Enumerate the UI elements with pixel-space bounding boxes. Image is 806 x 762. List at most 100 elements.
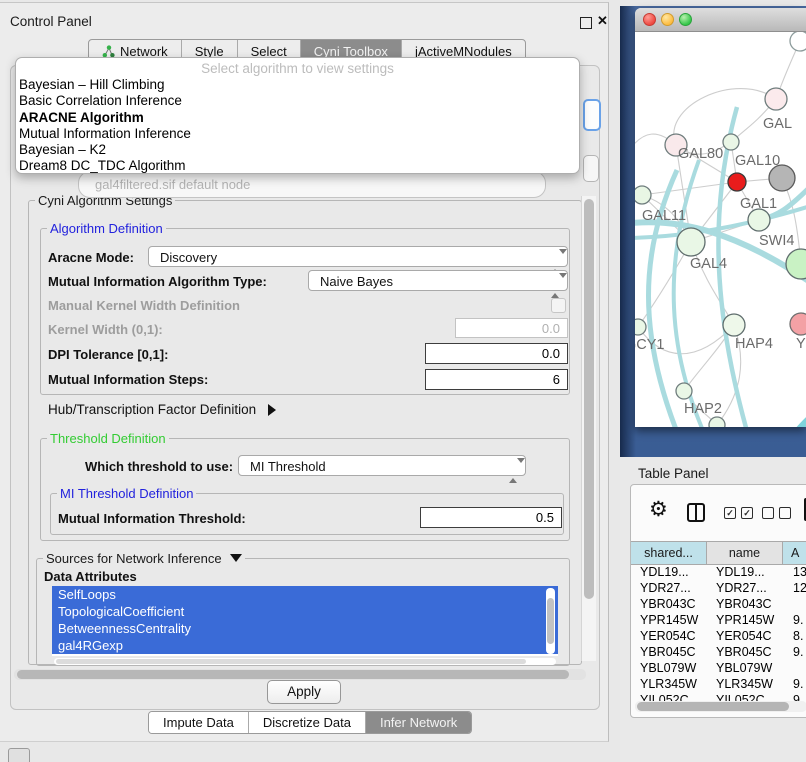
tab-impute-data[interactable]: Impute Data	[149, 712, 249, 733]
settings-vertical-scrollbar[interactable]	[581, 196, 596, 661]
which-threshold-value: MI Threshold	[250, 459, 326, 474]
column-header-name[interactable]: name	[707, 542, 783, 564]
node-gal1[interactable]	[748, 209, 770, 231]
unchecked-checkbox-icon[interactable]	[779, 507, 791, 519]
node-label: GAL	[763, 116, 792, 132]
node-hap2[interactable]	[676, 383, 692, 399]
mi-algorithm-type-select[interactable]: Naive Bayes	[308, 270, 568, 291]
node-label: GAL10	[735, 153, 780, 169]
network-canvas[interactable]: GALGAL80GAL10GAL11GAL1SWI4GAL4GCY1HAP4YH…	[635, 32, 806, 427]
column-header-partial[interactable]: A	[783, 542, 806, 564]
table-cell: YER054C	[707, 628, 783, 644]
checked-checkbox-icon[interactable]: ✓	[724, 507, 736, 519]
manual-kernel-width-label: Manual Kernel Width Definition	[48, 298, 240, 313]
list-item[interactable]: BetweennessCentrality	[52, 620, 558, 637]
hub-definition-label: Hub/Transcription Factor Definition	[48, 402, 256, 417]
float-window-icon[interactable]	[580, 17, 592, 29]
network-window-titlebar[interactable]	[635, 8, 806, 32]
table-combobox-fragment[interactable]	[583, 155, 599, 182]
data-table-combobox[interactable]: gal4filtered.sif default node	[78, 171, 546, 198]
node-label: GAL1	[740, 196, 777, 212]
table-cell: 13	[783, 564, 806, 580]
mac-close-icon[interactable]	[643, 13, 656, 26]
menu-item[interactable]: Dream8 DC_TDC Algorithm	[16, 158, 579, 174]
tab-infer-network[interactable]: Infer Network	[366, 712, 471, 733]
gear-icon[interactable]: ⚙	[649, 499, 668, 520]
column-header-shared-name[interactable]: shared...	[631, 542, 707, 564]
node-gal10[interactable]	[723, 134, 739, 150]
table-cell: YBL079W	[707, 660, 783, 676]
node-right-pink[interactable]	[790, 313, 806, 335]
table-cell: YBR045C	[707, 644, 783, 660]
mi-steps-input[interactable]: 6	[425, 369, 568, 390]
table-horizontal-scrollbar[interactable]	[635, 701, 806, 712]
node-red[interactable]	[728, 173, 746, 191]
hub-definition-expander[interactable]: Hub/Transcription Factor Definition	[48, 402, 276, 417]
list-vertical-scrollbar[interactable]	[546, 588, 555, 654]
menu-item-selected[interactable]: ARACNE Algorithm	[16, 110, 579, 126]
table-row[interactable]: YBR045CYBR045C9.	[631, 644, 806, 660]
list-item[interactable]: TopologicalCoefficient	[52, 603, 558, 620]
node-gal4[interactable]	[677, 228, 705, 256]
network-edge[interactable]	[773, 400, 806, 427]
node-gal11[interactable]	[635, 186, 651, 204]
table-row[interactable]: YBR043CYBR043C	[631, 596, 806, 612]
collapse-arrow-icon[interactable]	[230, 554, 242, 562]
node-gcy1[interactable]	[635, 319, 646, 335]
network-edge[interactable]	[638, 242, 691, 327]
aracne-mode-select[interactable]: Discovery	[148, 246, 568, 267]
node-label: HAP4	[735, 336, 773, 352]
table-panel: Table Panel ⚙ ✓ ✓ shared... name A YDL19…	[620, 457, 806, 762]
table-cell	[783, 596, 806, 612]
which-threshold-select[interactable]: MI Threshold	[238, 455, 526, 476]
algorithm-dropdown-popup: Select algorithm to view settings Bayesi…	[15, 57, 580, 174]
data-attributes-list[interactable]: SelfLoops TopologicalCoefficient Between…	[52, 586, 558, 656]
table-header-row: shared... name A	[631, 541, 806, 565]
algorithm-combobox-fragment[interactable]	[583, 99, 601, 131]
table-row[interactable]: YER054CYER054C8.	[631, 628, 806, 644]
table-cell: YLR345W	[707, 676, 783, 692]
kernel-width-input[interactable]: 0.0	[455, 318, 568, 338]
table-cell: YBL079W	[631, 660, 707, 676]
mac-minimize-icon[interactable]	[661, 13, 674, 26]
table-cell: YDL19...	[707, 564, 783, 580]
table-row[interactable]: YBL079WYBL079W	[631, 660, 806, 676]
node-gal-top[interactable]	[765, 88, 787, 110]
checked-checkbox-icon[interactable]: ✓	[741, 507, 753, 519]
menu-item[interactable]: Mutual Information Inference	[16, 126, 579, 142]
list-horizontal-scrollbar[interactable]	[54, 658, 556, 665]
node-bottom[interactable]	[709, 417, 725, 427]
table-row[interactable]: YLR345WYLR345W9.	[631, 676, 806, 692]
table-cell: YDL19...	[631, 564, 707, 580]
table-cell	[783, 660, 806, 676]
dpi-tolerance-input[interactable]: 0.0	[425, 343, 568, 364]
node-label: GAL80	[678, 146, 723, 162]
unchecked-checkbox-icon[interactable]	[762, 507, 774, 519]
node-top-partial[interactable]	[790, 32, 806, 51]
close-icon[interactable]: ✕	[597, 13, 608, 29]
table-row[interactable]: YDL19...YDL19...13	[631, 564, 806, 580]
node-right-green[interactable]	[786, 249, 806, 279]
stepper-icon	[509, 460, 518, 481]
list-item[interactable]: gal4RGexp	[52, 637, 558, 654]
settings-horizontal-scrollbar[interactable]	[14, 669, 586, 680]
minimized-panel-chip[interactable]	[8, 748, 30, 762]
table-row[interactable]: YDR27...YDR27...12	[631, 580, 806, 596]
columns-icon[interactable]	[687, 503, 705, 522]
mi-algorithm-type-value: Naive Bayes	[320, 274, 393, 289]
tab-discretize-data[interactable]: Discretize Data	[249, 712, 366, 733]
manual-kernel-width-checkbox[interactable]	[551, 298, 566, 313]
table-row[interactable]: YPR145WYPR145W9.	[631, 612, 806, 628]
node-label: GAL11	[642, 208, 686, 224]
menu-item[interactable]: Bayesian – K2	[16, 142, 579, 158]
table-panel-title: Table Panel	[638, 466, 709, 481]
menu-item[interactable]: Basic Correlation Inference	[16, 93, 579, 109]
list-item[interactable]: SelfLoops	[52, 586, 558, 603]
mi-threshold-input[interactable]: 0.5	[420, 507, 562, 528]
apply-button[interactable]: Apply	[267, 680, 341, 704]
menu-item[interactable]: Bayesian – Hill Climbing	[16, 77, 579, 93]
node-hap4[interactable]	[723, 314, 745, 336]
table-cell: YDR27...	[631, 580, 707, 596]
mac-zoom-icon[interactable]	[679, 13, 692, 26]
cyni-bottom-tabbar: Impute Data Discretize Data Infer Networ…	[148, 711, 472, 734]
